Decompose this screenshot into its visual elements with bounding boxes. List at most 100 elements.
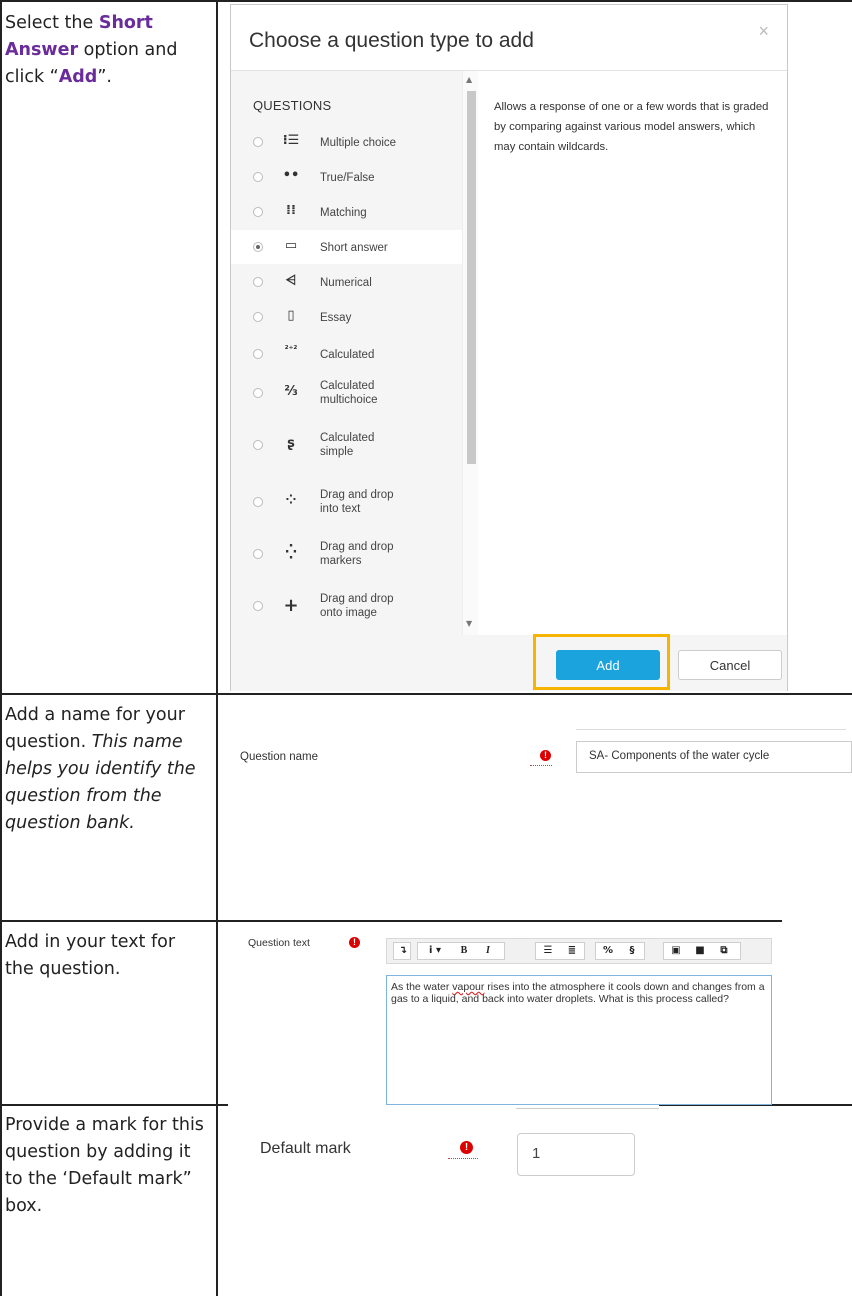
instruction-text: ”. — [97, 67, 112, 87]
instruction-default-mark: Provide a mark for this question by addi… — [5, 1115, 204, 1216]
instruction-add-text: Add in your text for the question. — [5, 932, 176, 979]
video-icon[interactable]: ■ — [688, 943, 712, 959]
question-type-label: Multiple choice — [320, 137, 397, 149]
paragraph-style-icon[interactable]: i ▾ — [418, 943, 452, 959]
calculated-multichoice-icon: ⅔ — [284, 384, 298, 399]
question-type-label: Matching — [320, 207, 367, 219]
question-type-drag-drop-text[interactable]: ⁘ Drag and drop into text — [231, 485, 462, 519]
radio-button[interactable] — [253, 497, 263, 507]
question-type-numerical[interactable]: ⩤ Numerical — [231, 271, 462, 293]
radio-button[interactable] — [253, 549, 263, 559]
toolbar-format-group: i ▾ B I — [417, 942, 505, 960]
drag-drop-image-icon: + — [283, 595, 299, 616]
radio-button[interactable] — [253, 137, 263, 147]
unordered-list-icon[interactable]: ☰ — [536, 943, 560, 959]
label-line-2: onto image — [320, 607, 377, 619]
question-name-input[interactable]: SA- Components of the water cycle — [576, 741, 852, 773]
radio-button[interactable] — [253, 440, 263, 450]
dialog-body: QUESTIONS ⁝☰ Multiple choice •• True/Fal… — [231, 70, 787, 636]
scroll-up-icon[interactable]: ▲ — [466, 75, 472, 84]
table-top-border — [0, 0, 852, 2]
radio-button[interactable] — [253, 207, 263, 217]
question-type-label: Calculated simple — [320, 431, 374, 459]
dialog-title: Choose a question type to add — [249, 29, 534, 52]
essay-icon: ▯ — [287, 308, 295, 323]
calculated-icon: ²⁺² — [284, 345, 298, 355]
required-icon: ! — [540, 750, 551, 761]
editor-toolbar: ↴ i ▾ B I ☰ ≣ % § ▣ ■ ⧉ — [386, 938, 772, 964]
label-line-1: Calculated — [320, 432, 375, 444]
label-line-1: Drag and drop — [320, 593, 394, 605]
multiple-choice-icon: ⁝☰ — [282, 133, 300, 148]
list-scrollbar[interactable]: ▲ ▼ — [462, 71, 478, 635]
toolbar-media-group: ▣ ■ ⧉ — [663, 942, 741, 960]
radio-button[interactable] — [253, 388, 263, 398]
toolbar-toggle-icon[interactable]: ↴ — [394, 943, 412, 959]
question-type-short-answer[interactable]: ▭ Short answer — [231, 230, 462, 264]
required-underline — [530, 765, 552, 766]
default-mark-label: Default mark — [260, 1140, 351, 1157]
radio-button[interactable] — [253, 601, 263, 611]
instruction-add-name: Add a name for your question. This name … — [5, 702, 209, 837]
required-underline — [448, 1158, 478, 1159]
misspelled-word: vapour — [452, 981, 485, 993]
calculated-simple-icon: ʂ — [287, 436, 295, 451]
question-type-calculated-multichoice[interactable]: ⅔ Calculated multichoice — [231, 376, 462, 410]
question-type-multiple-choice[interactable]: ⁝☰ Multiple choice — [231, 131, 462, 153]
instruction-text: Select the — [5, 13, 99, 33]
matching-icon: ⁞⁞ — [286, 203, 296, 218]
scroll-down-icon[interactable]: ▼ — [466, 619, 472, 628]
toolbar-link-group: % § — [595, 942, 645, 960]
ordered-list-icon[interactable]: ≣ — [560, 943, 584, 959]
label-line-1: Calculated — [320, 380, 375, 392]
table-column-divider — [216, 0, 218, 1296]
question-type-label: Drag and drop markers — [320, 540, 394, 568]
row-divider-3 — [0, 1104, 228, 1106]
question-type-description: Allows a response of one or a few words … — [494, 101, 769, 153]
question-text-editor[interactable]: As the water vapour rises into the atmos… — [386, 975, 772, 1105]
question-type-label: Essay — [320, 312, 352, 324]
unlink-icon[interactable]: § — [620, 943, 644, 959]
add-button-highlight — [533, 634, 670, 690]
question-type-label: Calculated multichoice — [320, 379, 378, 407]
question-type-calculated-simple[interactable]: ʂ Calculated simple — [231, 428, 462, 462]
question-type-dialog: Choose a question type to add × QUESTION… — [230, 4, 788, 691]
radio-button[interactable] — [253, 277, 263, 287]
question-text-label: Question text — [248, 937, 310, 949]
radio-button[interactable] — [253, 172, 263, 182]
question-type-drag-drop-markers[interactable]: ⁛ Drag and drop markers — [231, 537, 462, 571]
radio-button[interactable] — [253, 312, 263, 322]
true-false-icon: •• — [282, 168, 300, 183]
instruction-select-short-answer: Select the Short Answer option and click… — [5, 10, 209, 91]
question-type-true-false[interactable]: •• True/False — [231, 166, 462, 188]
manage-files-icon[interactable]: ⧉ — [712, 943, 736, 959]
scrollbar-thumb[interactable] — [467, 91, 476, 464]
question-type-matching[interactable]: ⁞⁞ Matching — [231, 201, 462, 223]
label-line-2: simple — [320, 446, 354, 458]
close-icon[interactable]: × — [758, 21, 769, 42]
question-type-essay[interactable]: ▯ Essay — [231, 306, 462, 328]
required-icon: ! — [460, 1141, 473, 1154]
dialog-footer: Add Cancel — [231, 635, 787, 691]
cancel-button[interactable]: Cancel — [678, 650, 782, 680]
question-type-drag-drop-image[interactable]: + Drag and drop onto image — [231, 589, 462, 623]
drag-drop-text-icon: ⁘ — [285, 493, 297, 508]
radio-button-selected[interactable] — [253, 242, 263, 252]
radio-button[interactable] — [253, 349, 263, 359]
link-icon[interactable]: % — [596, 943, 620, 959]
toolbar-list-group: ☰ ≣ — [535, 942, 585, 960]
instruction-highlight-add: Add — [58, 67, 98, 87]
default-mark-input[interactable]: 1 — [517, 1133, 635, 1176]
image-icon[interactable]: ▣ — [664, 943, 688, 959]
table-left-border — [0, 0, 2, 1296]
question-type-calculated[interactable]: ²⁺² Calculated — [231, 343, 462, 365]
question-type-label: True/False — [320, 172, 375, 184]
row-divider-3c — [516, 1108, 659, 1109]
bold-icon[interactable]: B — [452, 943, 476, 959]
toolbar-toggle-group: ↴ — [393, 942, 411, 960]
question-type-label: Short answer — [320, 242, 388, 254]
label-line-2: markers — [320, 555, 362, 567]
italic-icon[interactable]: I — [476, 943, 500, 959]
row-divider-1 — [0, 693, 852, 695]
row-divider-2 — [0, 920, 782, 922]
